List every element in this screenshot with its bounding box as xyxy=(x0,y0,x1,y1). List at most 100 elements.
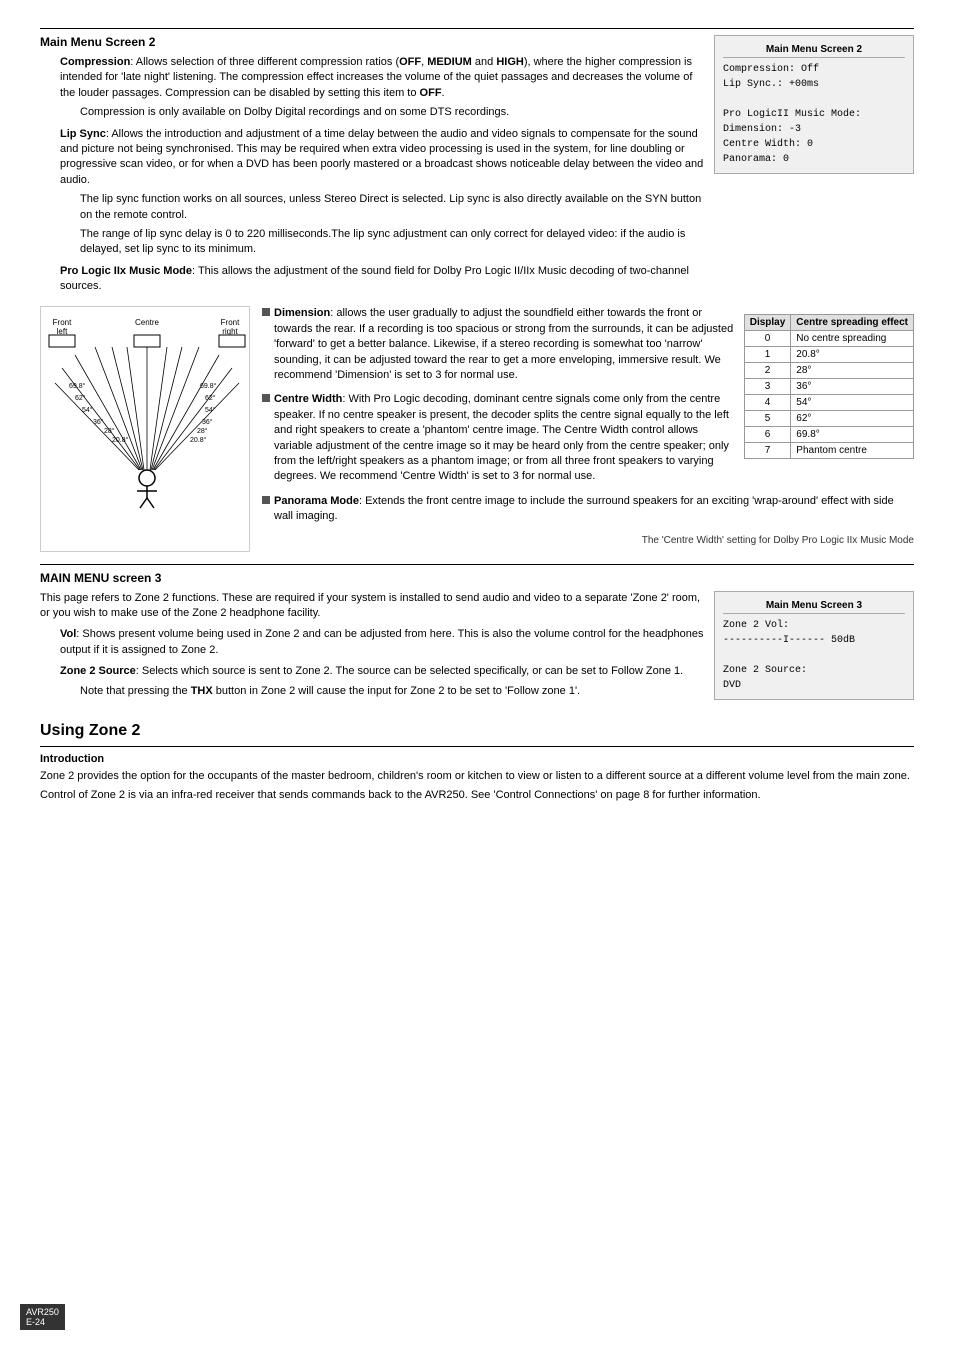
cw-table-row: 120.8° xyxy=(744,347,913,363)
cw-table-row: 562° xyxy=(744,411,913,427)
screen3-rule xyxy=(40,564,914,565)
vol-block: Vol: Shows present volume being used in … xyxy=(60,627,704,658)
cw-effect-value: 69.8° xyxy=(791,427,914,443)
lip-sync-para: Lip Sync: Allows the introduction and ad… xyxy=(60,127,704,189)
cw-table-row: 7Phantom centre xyxy=(744,443,913,459)
zone2-source-note: Note that pressing the THX button in Zon… xyxy=(80,684,704,699)
cw-table-row: 228° xyxy=(744,363,913,379)
panorama-text: : Extends the front centre image to incl… xyxy=(274,495,894,522)
svg-text:54°: 54° xyxy=(82,406,93,414)
cw-display-value: 1 xyxy=(744,347,791,363)
infobox2-title: Main Menu Screen 2 xyxy=(723,42,905,58)
panorama-bullet xyxy=(262,496,270,504)
screen2-title: Main Menu Screen 2 xyxy=(40,35,704,49)
svg-text:36°: 36° xyxy=(202,418,213,426)
cw-display-value: 6 xyxy=(744,427,791,443)
using-zone2-section: Using Zone 2 Introduction Zone 2 provide… xyxy=(40,722,914,804)
compression-text3: . xyxy=(442,87,445,99)
lip-sync-note2: The range of lip sync delay is 0 to 220 … xyxy=(80,227,704,258)
cw-table-row: 0No centre spreading xyxy=(744,331,913,347)
cw-effect-value: 28° xyxy=(791,363,914,379)
infobox3-title: Main Menu Screen 3 xyxy=(723,598,905,614)
zone2-note-text1: Note that pressing the xyxy=(80,685,191,697)
centre-width-title: Centre Width xyxy=(274,393,342,405)
cw-effect-value: No centre spreading xyxy=(791,331,914,347)
dimension-content: Dimension: allows the user gradually to … xyxy=(274,306,734,387)
pro-logic-label: Pro Logic IIx Music Mode xyxy=(60,265,192,277)
centre-width-bullet xyxy=(262,394,270,402)
cw-effect-value: 36° xyxy=(791,379,914,395)
top-rule xyxy=(40,28,914,29)
cw-effect-value: Phantom centre xyxy=(791,443,914,459)
cw-header-display: Display xyxy=(744,315,791,331)
compression-label: Compression xyxy=(60,56,130,68)
cw-display-value: 3 xyxy=(744,379,791,395)
panorama-block: Panorama Mode: Extends the front centre … xyxy=(262,494,914,529)
zone2-source-block: Zone 2 Source: Selects which source is s… xyxy=(60,664,704,699)
cw-display-value: 4 xyxy=(744,395,791,411)
zone2-source-text: : Selects which source is sent to Zone 2… xyxy=(136,665,683,677)
cw-table-row: 336° xyxy=(744,379,913,395)
infobox2-line5: Dimension: -3 xyxy=(723,122,905,137)
svg-text:20.8°: 20.8° xyxy=(112,436,129,444)
svg-text:69.8°: 69.8° xyxy=(69,382,86,390)
panorama-content: Panorama Mode: Extends the front centre … xyxy=(274,494,914,529)
centre-width-table: Display Centre spreading effect 0No cent… xyxy=(744,314,914,459)
pro-logic-para: Pro Logic IIx Music Mode: This allows th… xyxy=(60,264,704,295)
svg-text:Centre: Centre xyxy=(135,318,160,327)
prologic-text-area: Display Centre spreading effect 0No cent… xyxy=(262,306,914,551)
lip-sync-label: Lip Sync xyxy=(60,128,106,140)
cw-table-row: 454° xyxy=(744,395,913,411)
zone2-note-text2: button in Zone 2 will cause the input fo… xyxy=(213,685,580,697)
infobox3-line3 xyxy=(723,648,905,663)
compression-block: Compression: Allows selection of three d… xyxy=(60,55,704,121)
compression-off2: OFF xyxy=(420,87,442,99)
svg-text:28°: 28° xyxy=(104,427,115,435)
screen2-infobox: Main Menu Screen 2 Compression: Off Lip … xyxy=(714,35,914,298)
panorama-para: Panorama Mode: Extends the front centre … xyxy=(274,494,914,525)
compression-high-label: HIGH xyxy=(496,56,524,68)
infobox3-line4: Zone 2 Source: xyxy=(723,663,905,678)
zone2-source-label: Zone 2 Source xyxy=(60,665,136,677)
zone2-source-para: Zone 2 Source: Selects which source is s… xyxy=(60,664,704,679)
centre-width-para: Centre Width: With Pro Logic decoding, d… xyxy=(274,392,734,484)
infobox3-line2: ----------I------ 50dB xyxy=(723,633,905,648)
footer: AVR250 E-24 xyxy=(20,1304,65,1330)
dimension-text: : allows the user gradually to adjust th… xyxy=(274,307,733,381)
vol-text: : Shows present volume being used in Zon… xyxy=(60,628,703,655)
svg-text:Front: Front xyxy=(221,318,240,327)
cw-caption-area: The 'Centre Width' setting for Dolby Pro… xyxy=(262,534,914,548)
screen3-intro: This page refers to Zone 2 functions. Th… xyxy=(40,591,704,622)
infobox2-line1: Compression: Off xyxy=(723,62,905,77)
main-menu-screen3-display: Main Menu Screen 3 Zone 2 Vol: ---------… xyxy=(714,591,914,700)
main-menu-screen2-display: Main Menu Screen 2 Compression: Off Lip … xyxy=(714,35,914,174)
compression-text1: : Allows selection of three different co… xyxy=(130,56,399,68)
compression-and: and xyxy=(472,56,496,68)
svg-text:62°: 62° xyxy=(75,394,86,402)
lip-sync-text: : Allows the introduction and adjustment… xyxy=(60,128,703,186)
compression-off-label: OFF xyxy=(399,56,421,68)
using-zone2-title: Using Zone 2 xyxy=(40,722,914,740)
speaker-diagram: Front left Centre Front right xyxy=(40,306,250,551)
dimension-bullet xyxy=(262,308,270,316)
compression-medium-label: MEDIUM xyxy=(427,56,472,68)
footer-page: E-24 xyxy=(26,1317,59,1327)
footer-model: AVR250 xyxy=(26,1307,59,1317)
centre-width-content: Centre Width: With Pro Logic decoding, d… xyxy=(274,392,734,488)
zone2-thx: THX xyxy=(191,685,213,697)
cw-table-row: 669.8° xyxy=(744,427,913,443)
intro-text2: Control of Zone 2 is via an infra-red re… xyxy=(40,788,914,803)
lip-sync-block: Lip Sync: Allows the introduction and ad… xyxy=(60,127,704,258)
svg-text:54°: 54° xyxy=(205,406,216,414)
infobox3-line1: Zone 2 Vol: xyxy=(723,618,905,633)
cw-display-value: 2 xyxy=(744,363,791,379)
cw-effect-value: 54° xyxy=(791,395,914,411)
infobox3-line5: DVD xyxy=(723,678,905,693)
svg-text:20.8°: 20.8° xyxy=(190,436,207,444)
intro-title: Introduction xyxy=(40,753,914,765)
screen3-container: This page refers to Zone 2 functions. Th… xyxy=(40,591,914,708)
intro-text1: Zone 2 provides the option for the occup… xyxy=(40,769,914,784)
dimension-block: Dimension: allows the user gradually to … xyxy=(262,306,734,387)
infobox2-line4: Pro LogicII Music Mode: xyxy=(723,107,905,122)
compression-para: Compression: Allows selection of three d… xyxy=(60,55,704,101)
